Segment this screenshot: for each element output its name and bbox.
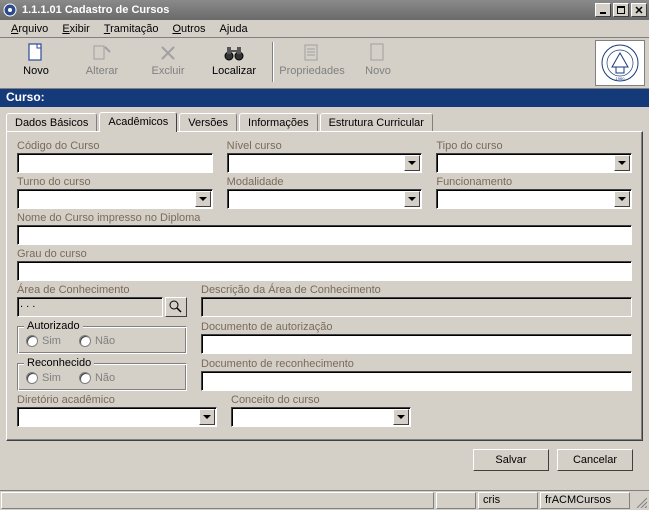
toolbar-novo[interactable]: Novo <box>4 40 68 79</box>
svg-text:1960: 1960 <box>616 76 626 81</box>
menu-tramitacao[interactable]: Tramitação <box>97 22 166 36</box>
label-tipo: Tipo do curso <box>436 140 632 152</box>
toolbar-wrap: Novo Alterar Excluir Localizar Proprieda… <box>0 38 649 89</box>
status-user: cris <box>478 492 538 509</box>
select-funcionamento[interactable] <box>436 189 632 209</box>
label-nivel: Nível curso <box>227 140 423 152</box>
label-diretorio: Diretório acadêmico <box>17 394 217 406</box>
close-button[interactable] <box>631 3 647 17</box>
select-conceito[interactable] <box>231 407 411 427</box>
input-area[interactable]: . . . <box>17 297 163 317</box>
label-area: Área de Conhecimento <box>17 284 187 296</box>
action-buttons: Salvar Cancelar <box>6 441 643 475</box>
input-doc-rec[interactable] <box>201 371 632 391</box>
content-area: Dados Básicos Acadêmicos Versões Informa… <box>0 107 649 479</box>
toolbar-propriedades-label: Propriedades <box>279 65 344 77</box>
group-autorizado: Autorizado Sim Não <box>17 326 187 354</box>
menu-arquivo[interactable]: Arquivo <box>4 22 55 36</box>
select-nivel[interactable] <box>227 153 423 173</box>
window-buttons <box>595 3 647 17</box>
new-icon <box>25 42 47 64</box>
tab-informacoes[interactable]: Informações <box>239 113 318 131</box>
radio-autorizado-sim[interactable]: Sim <box>26 335 61 347</box>
tab-estrutura[interactable]: Estrutura Curricular <box>320 113 433 131</box>
lookup-area-button[interactable] <box>165 297 187 317</box>
toolbar-novo2: Novo <box>346 40 410 79</box>
radio-reconhecido-sim[interactable]: Sim <box>26 372 61 384</box>
toolbar-novo-label: Novo <box>23 65 49 77</box>
status-cell-1 <box>1 492 434 509</box>
properties-icon <box>301 42 323 64</box>
toolbar-alterar-label: Alterar <box>86 65 118 77</box>
chevron-down-icon[interactable] <box>614 191 630 207</box>
binoculars-icon <box>223 42 245 64</box>
menu-ajuda[interactable]: Ajuda <box>212 22 254 36</box>
toolbar-novo2-label: Novo <box>365 65 391 77</box>
label-conceito: Conceito do curso <box>231 394 411 406</box>
tab-strip: Dados Básicos Acadêmicos Versões Informa… <box>6 109 643 131</box>
tab-dados-basicos[interactable]: Dados Básicos <box>6 113 97 131</box>
toolbar-excluir-label: Excluir <box>151 65 184 77</box>
input-codigo[interactable] <box>17 153 213 173</box>
legend-autorizado: Autorizado <box>24 320 83 332</box>
input-doc-aut[interactable] <box>201 334 632 354</box>
label-codigo: Código do Curso <box>17 140 213 152</box>
label-funcionamento: Funcionamento <box>436 176 632 188</box>
toolbar-alterar: Alterar <box>70 40 134 79</box>
maximize-button[interactable] <box>613 3 629 17</box>
chevron-down-icon[interactable] <box>614 155 630 171</box>
label-turno: Turno do curso <box>17 176 213 188</box>
edit-icon <box>91 42 113 64</box>
status-form: frACMCursos <box>540 492 630 509</box>
input-desc-area <box>201 297 632 317</box>
select-diretorio[interactable] <box>17 407 217 427</box>
tab-versoes[interactable]: Versões <box>179 113 237 131</box>
toolbar: Novo Alterar Excluir Localizar Proprieda… <box>0 38 593 88</box>
chevron-down-icon[interactable] <box>199 409 215 425</box>
cancel-button[interactable]: Cancelar <box>557 449 633 471</box>
save-button[interactable]: Salvar <box>473 449 549 471</box>
select-tipo[interactable] <box>436 153 632 173</box>
resize-grip[interactable] <box>631 491 649 510</box>
title-bar: 1.1.1.01 Cadastro de Cursos <box>0 0 649 20</box>
select-turno[interactable] <box>17 189 213 209</box>
menu-outros[interactable]: Outros <box>165 22 212 36</box>
delete-icon <box>157 42 179 64</box>
label-desc-area: Descrição da Área de Conhecimento <box>201 284 632 296</box>
window-title: 1.1.1.01 Cadastro de Cursos <box>22 4 595 16</box>
status-cell-2 <box>436 492 476 509</box>
toolbar-localizar[interactable]: Localizar <box>202 40 266 79</box>
app-icon <box>2 2 18 18</box>
menu-bar: Arquivo Exibir Tramitação Outros Ajuda <box>0 20 649 38</box>
toolbar-excluir: Excluir <box>136 40 200 79</box>
label-modalidade: Modalidade <box>227 176 423 188</box>
chevron-down-icon[interactable] <box>195 191 211 207</box>
label-grau: Grau do curso <box>17 248 632 260</box>
minimize-button[interactable] <box>595 3 611 17</box>
new2-icon <box>367 42 389 64</box>
radio-reconhecido-nao[interactable]: Não <box>79 372 115 384</box>
group-reconhecido: Reconhecido Sim Não <box>17 363 187 391</box>
input-grau[interactable] <box>17 261 632 281</box>
toolbar-localizar-label: Localizar <box>212 65 256 77</box>
search-icon <box>169 300 183 314</box>
toolbar-separator <box>272 42 274 82</box>
menu-exibir[interactable]: Exibir <box>55 22 97 36</box>
tab-academicos[interactable]: Acadêmicos <box>99 112 177 132</box>
label-nome-diploma: Nome do Curso impresso no Diploma <box>17 212 632 224</box>
label-doc-rec: Documento de reconhecimento <box>201 358 632 370</box>
label-doc-aut: Documento de autorização <box>201 321 632 333</box>
curso-header: Curso: <box>0 89 649 107</box>
status-bar: cris frACMCursos <box>0 490 649 510</box>
legend-reconhecido: Reconhecido <box>24 357 94 369</box>
toolbar-propriedades: Propriedades <box>280 40 344 79</box>
tab-panel: Código do Curso Nível curso Tipo do curs… <box>6 131 643 441</box>
chevron-down-icon[interactable] <box>404 191 420 207</box>
input-nome-diploma[interactable] <box>17 225 632 245</box>
university-crest: 1960 <box>595 40 645 86</box>
radio-autorizado-nao[interactable]: Não <box>79 335 115 347</box>
chevron-down-icon[interactable] <box>404 155 420 171</box>
chevron-down-icon[interactable] <box>393 409 409 425</box>
select-modalidade[interactable] <box>227 189 423 209</box>
